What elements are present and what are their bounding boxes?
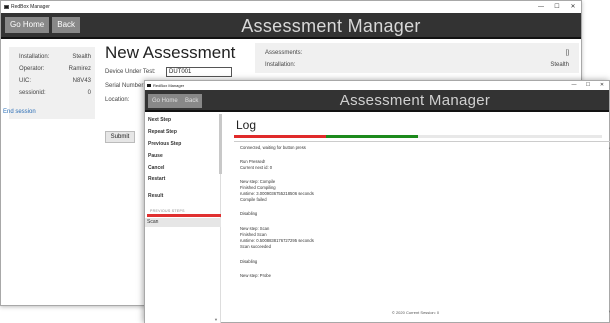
info-row-sessionid: sessionid: 0 [19, 90, 91, 96]
log-line: Disabling [240, 211, 258, 216]
log-line: Current next id: 0 [240, 165, 273, 170]
next-step-button[interactable]: Next Step [148, 117, 171, 123]
maximize-button[interactable]: ☐ [549, 1, 565, 13]
back-titlebar-title: RedBox Manager [11, 4, 50, 10]
log-area: Log ▲ ▼ Connected, waiting for button pr… [222, 114, 610, 322]
device-under-test-label: Device Under Test: [105, 69, 156, 75]
page-title: Assessment Manager [241, 16, 421, 36]
front-titlebar: RedBox Manager — ☐ ✕ [145, 81, 609, 90]
minimize-button[interactable]: — [567, 81, 581, 90]
app-icon [4, 5, 9, 9]
submit-button[interactable]: Submit [105, 131, 135, 143]
info-row-operator: Operator: Ramirez [19, 66, 91, 72]
serial-number-label: Serial Number: [105, 83, 146, 89]
info-row-uic: UIC: N8V43 [19, 78, 91, 84]
progress-passed-segment [326, 135, 418, 138]
close-button[interactable]: ✕ [595, 81, 609, 90]
location-label: Location: [105, 97, 130, 103]
go-home-button[interactable]: Go Home [148, 94, 182, 108]
restart-button[interactable]: Restart [148, 176, 165, 182]
back-button[interactable]: Back [181, 94, 203, 108]
progress-failed-segment [234, 135, 326, 138]
new-assessment-title: New Assessment [105, 43, 236, 62]
info-row-installation: Installation: Stealth [19, 54, 91, 60]
log-line: Disabling [240, 259, 258, 264]
previous-step-item[interactable]: Scan [145, 218, 221, 227]
previous-step-button[interactable]: Previous Step [148, 141, 181, 147]
previous-steps-divider [147, 214, 221, 217]
back-header: Go Home Back Assessment Manager [1, 13, 581, 39]
cancel-button[interactable]: Cancel [148, 165, 164, 171]
previous-steps-heading: PREVIOUS STEPS [150, 209, 185, 213]
page-title: Assessment Manager [339, 92, 491, 109]
log-output: ▲ ▼ Connected, waiting for button press … [234, 141, 610, 322]
close-button[interactable]: ✕ [565, 1, 581, 13]
footer: © 2020 Current Session: 0 [391, 310, 440, 315]
result-button[interactable]: Result [148, 193, 163, 199]
repeat-step-button[interactable]: Repeat Step [148, 129, 177, 135]
log-title: Log [236, 118, 257, 132]
front-header: Go Home Back Assessment Manager [145, 90, 609, 112]
chevron-down-icon[interactable]: ▼ [214, 317, 218, 322]
back-titlebar: RedBox Manager — ☐ ✕ [1, 1, 581, 13]
assessments-row: Assessments: [] [265, 50, 569, 56]
log-line: Compile failed [240, 197, 267, 202]
minimize-button[interactable]: — [533, 1, 549, 13]
installation-row: Installation: Stealth [265, 62, 569, 68]
log-line: Scan succeeded [240, 244, 271, 249]
front-titlebar-title: RedBox Manager [153, 83, 185, 88]
front-window: RedBox Manager — ☐ ✕ Go Home Back Assess… [144, 80, 610, 323]
app-icon [147, 84, 151, 87]
log-line: Connected, waiting for button press [240, 145, 306, 150]
end-session-link[interactable]: End session [3, 109, 36, 115]
log-line: New step: Probe [240, 273, 271, 278]
pause-button[interactable]: Pause [148, 153, 163, 159]
assessments-panel: Assessments: [] Installation: Stealth [255, 43, 579, 73]
maximize-button[interactable]: ☐ [581, 81, 595, 90]
device-under-test-input[interactable]: DUT001 [166, 67, 232, 77]
